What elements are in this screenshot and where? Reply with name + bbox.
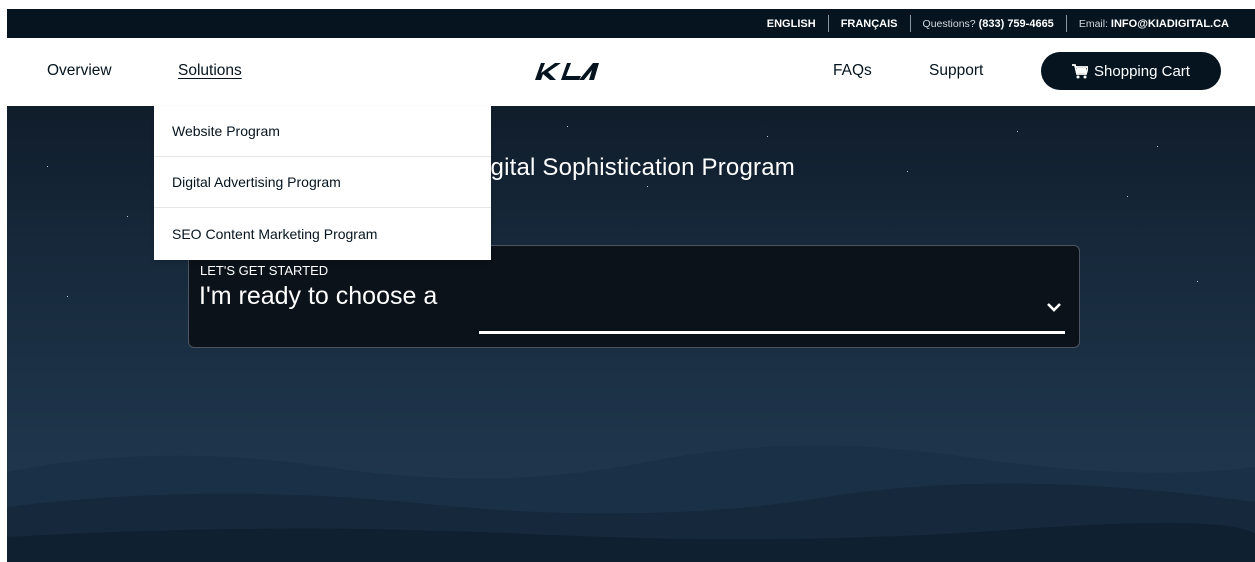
- kia-logo-icon[interactable]: [531, 60, 611, 82]
- get-started-panel: LET'S GET STARTED I'm ready to choose a: [188, 245, 1080, 348]
- cart-icon: [1072, 63, 1089, 78]
- shopping-cart-button[interactable]: Shopping Cart: [1041, 52, 1221, 90]
- program-select[interactable]: [479, 284, 1065, 334]
- solutions-dropdown-menu: Website Program Digital Advertising Prog…: [154, 106, 491, 260]
- cart-label: Shopping Cart: [1094, 62, 1190, 80]
- ready-to-choose-label: I'm ready to choose a: [199, 282, 438, 310]
- get-started-eyebrow: LET'S GET STARTED: [200, 263, 329, 278]
- language-english-link[interactable]: ENGLISH: [755, 15, 828, 32]
- star: [1157, 146, 1158, 147]
- nav-overview-link[interactable]: Overview: [47, 62, 112, 80]
- menu-item-seo-content-marketing-program[interactable]: SEO Content Marketing Program: [154, 208, 491, 259]
- main-nav: Overview Solutions FAQs Support Shopping…: [7, 38, 1255, 106]
- desert-dunes-background: [7, 445, 1255, 562]
- nav-solutions-link[interactable]: Solutions: [178, 62, 242, 80]
- menu-item-digital-advertising-program[interactable]: Digital Advertising Program: [154, 157, 491, 208]
- questions-label: Questions?: [922, 17, 976, 30]
- star: [567, 126, 568, 127]
- star: [907, 171, 908, 172]
- star: [1197, 281, 1198, 282]
- nav-faqs-link[interactable]: FAQs: [833, 62, 872, 80]
- phone-contact[interactable]: Questions? (833) 759-4665: [909, 15, 1066, 32]
- email-label: Email:: [1078, 17, 1108, 30]
- star: [127, 216, 128, 217]
- menu-item-website-program[interactable]: Website Program: [154, 106, 491, 157]
- chevron-down-icon[interactable]: [1047, 302, 1061, 312]
- star: [1017, 131, 1018, 132]
- nav-support-link[interactable]: Support: [929, 62, 983, 80]
- star: [1127, 196, 1128, 197]
- email-address[interactable]: INFO@KIADIGITAL.CA: [1111, 18, 1229, 30]
- star: [767, 136, 768, 137]
- utility-bar: ENGLISH FRANÇAIS Questions? (833) 759-46…: [7, 9, 1255, 38]
- language-french-link[interactable]: FRANÇAIS: [827, 15, 910, 32]
- phone-number[interactable]: (833) 759-4665: [979, 18, 1054, 30]
- page-frame: ENGLISH FRANÇAIS Questions? (833) 759-46…: [7, 9, 1255, 562]
- star: [67, 296, 68, 297]
- select-underline: [479, 331, 1065, 334]
- star: [647, 186, 648, 187]
- star: [47, 166, 48, 167]
- email-contact[interactable]: Email: INFO@KIADIGITAL.CA: [1065, 15, 1241, 32]
